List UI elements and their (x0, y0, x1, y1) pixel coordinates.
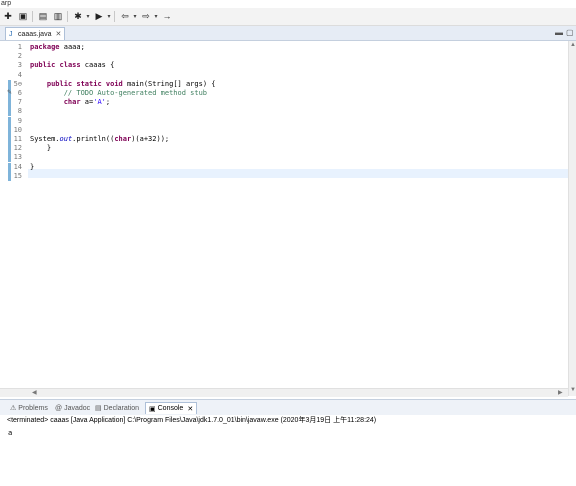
forward-icon[interactable]: ⇨ (139, 10, 153, 23)
code-line: char a='A'; (63, 98, 111, 107)
horizontal-scrollbar[interactable]: ◀ ▶ (0, 388, 568, 397)
tab-javadoc[interactable]: @ Javadoc (55, 402, 90, 414)
back-icon[interactable]: ⇦ (118, 10, 132, 23)
code-line: System.out.println((char)(a+32)); (30, 135, 170, 143)
minimize-icon[interactable]: ▬ (555, 29, 563, 37)
chevron-down-icon[interactable]: ▾ (85, 10, 91, 23)
declaration-icon: ▤ (95, 405, 102, 412)
toolbar-separator (67, 11, 68, 22)
console-output-text: a (8, 429, 13, 437)
tab-label: Javadoc (64, 404, 91, 412)
code-line: } (30, 162, 35, 171)
run-icon[interactable]: ▶ (92, 10, 106, 23)
save-icon[interactable]: ▣ (16, 10, 30, 23)
editor-tab-label: caaas.java (18, 30, 52, 38)
code-line: public class caaas { (30, 61, 115, 70)
tab-console[interactable]: ▣ Console ✕ (145, 402, 198, 414)
code-line: package aaaa; (30, 43, 85, 51)
code-line: } (30, 144, 52, 153)
print-icon[interactable]: ▥ (51, 10, 65, 23)
new-icon[interactable]: ✚ (1, 10, 15, 23)
scroll-left-icon[interactable]: ◀ (32, 389, 37, 397)
line-number: 10 (13, 125, 22, 134)
scroll-right-icon[interactable]: ▶ (558, 389, 563, 397)
line-number: 13 (13, 153, 22, 162)
nav-icon[interactable]: → (160, 10, 174, 23)
line-number: 15 (13, 171, 22, 180)
bottom-panel-tabs: ⚠ Problems @ Javadoc ▤ Declaration ▣ Console ✕ (0, 399, 576, 416)
line-number: 9 (17, 116, 22, 125)
close-icon[interactable]: ✕ (187, 405, 193, 413)
vertical-scrollbar[interactable]: ▲ ▼ (568, 41, 576, 396)
line-number: 2 (17, 52, 22, 61)
close-icon[interactable]: ✕ (55, 30, 61, 38)
debug-icon[interactable]: ✱ (71, 10, 85, 23)
toolbar-separator (32, 11, 33, 22)
line-number: 11 (13, 135, 22, 143)
console-icon: ▣ (149, 405, 156, 413)
current-line-highlight (28, 169, 568, 178)
scroll-up-icon[interactable]: ▲ (570, 41, 576, 49)
line-number: 14 (13, 162, 22, 171)
chevron-down-icon[interactable]: ▾ (132, 10, 138, 23)
chevron-down-icon[interactable]: ▾ (153, 10, 159, 23)
maximize-icon[interactable]: ▢ (566, 29, 574, 37)
editor-tab-caaas[interactable]: J caaas.java ✕ (5, 27, 65, 40)
window-title: arp (0, 0, 576, 8)
line-number: 5⊖ (13, 79, 22, 88)
scroll-down-icon[interactable]: ▼ (570, 386, 576, 394)
main-toolbar: ✚ ▣ ▤ ▥ ✱ ▾ ▶ ▾ ⇦ ▾ ⇨ ▾ → (0, 8, 576, 26)
problems-icon: ⚠ (10, 405, 17, 412)
code-editor[interactable]: 1 package aaaa; 2 3 public class caaas {4 5⊖ … (0, 41, 568, 388)
tab-declaration[interactable]: ▤ Declaration (95, 402, 139, 414)
tab-label: Declaration (103, 404, 140, 412)
editor-tab-bar: J caaas.java ✕ ▬ ▢ (0, 26, 576, 41)
code-line: public static void main(String[] args) { (46, 79, 216, 88)
chevron-down-icon[interactable]: ▾ (106, 10, 112, 23)
tab-label: Problems (18, 404, 48, 412)
line-number: 1 (17, 43, 22, 51)
line-number: 3 (17, 61, 22, 70)
line-number: 8 (17, 107, 22, 116)
line-number: 7 (17, 98, 22, 107)
task-marker-icon[interactable]: ✎ (7, 89, 12, 96)
tab-problems[interactable]: ⚠ Problems (10, 402, 48, 414)
save-all-icon[interactable]: ▤ (36, 10, 50, 23)
java-file-icon: J (9, 30, 13, 38)
code-line: // TODO Auto-generated method stub (63, 89, 208, 97)
tab-label: Console (157, 405, 184, 412)
console-output-area[interactable]: a (0, 427, 576, 486)
console-status: <terminated> caaas [Java Application] C:… (0, 415, 576, 427)
javadoc-icon: @ (55, 404, 63, 412)
line-number: 12 (13, 144, 22, 153)
line-number: 4 (17, 70, 22, 79)
toolbar-separator (114, 11, 115, 22)
